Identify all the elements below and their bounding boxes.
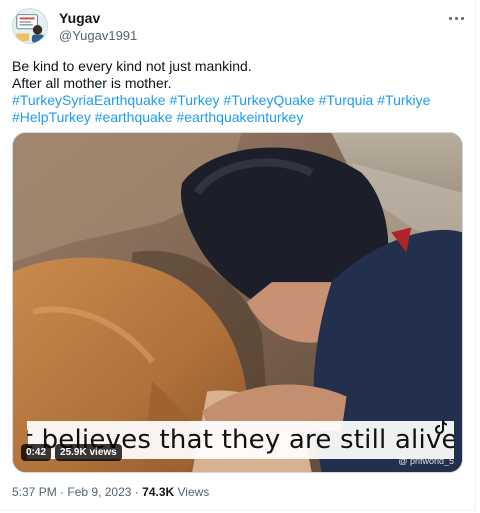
hashtag-link[interactable]: #earthquake [95, 109, 173, 125]
tiktok-icon [435, 420, 447, 434]
hashtag-line: #HelpTurkey #earthquake #earthquakeintur… [12, 109, 468, 126]
more-options-icon[interactable] [446, 8, 466, 28]
author-name[interactable]: Yugav [59, 10, 100, 26]
hashtag-link[interactable]: #Turkiye [377, 92, 430, 108]
tweet-text-line: Be kind to every kind not just mankind. [12, 58, 252, 74]
video-badges: 0:42 25.9K views [21, 444, 122, 461]
separator: · [134, 485, 139, 499]
hashtag-link[interactable]: #Turquia [319, 92, 374, 108]
views-label: Views [177, 485, 210, 499]
views-badge: 25.9K views [55, 444, 122, 461]
watermark: @ pnfworld_5 [398, 456, 454, 466]
hashtag-line: #TurkeySyriaEarthquake #Turkey #TurkeyQu… [12, 92, 468, 109]
video-player[interactable]: It believes that they are still alive. 0… [12, 132, 463, 473]
tweet-text-line: After all mother is mother. [12, 75, 172, 91]
tweet-text: Be kind to every kind not just mankind. … [12, 58, 468, 126]
tweet-date[interactable]: Feb 9, 2023 [67, 485, 131, 499]
author-handle[interactable]: @Yugav1991 [59, 28, 137, 43]
hashtag-link[interactable]: #earthquakeinturkey [176, 109, 303, 125]
tweet-card: Yugav @Yugav1991 Be kind to every kind n… [0, 0, 476, 511]
tweet-time[interactable]: 5:37 PM [12, 485, 57, 499]
tweet-meta: 5:37 PM · Feb 9, 2023 · 74.3K Views [12, 485, 209, 499]
hashtag-link[interactable]: #TurkeySyriaEarthquake [12, 92, 166, 108]
duration-badge: 0:42 [21, 444, 52, 461]
separator: · [60, 485, 65, 499]
hashtag-link[interactable]: #HelpTurkey [12, 109, 91, 125]
avatar[interactable] [12, 8, 48, 44]
views-count: 74.3K [142, 485, 175, 499]
hashtag-link[interactable]: #Turkey [169, 92, 219, 108]
hashtag-link[interactable]: #TurkeyQuake [223, 92, 314, 108]
